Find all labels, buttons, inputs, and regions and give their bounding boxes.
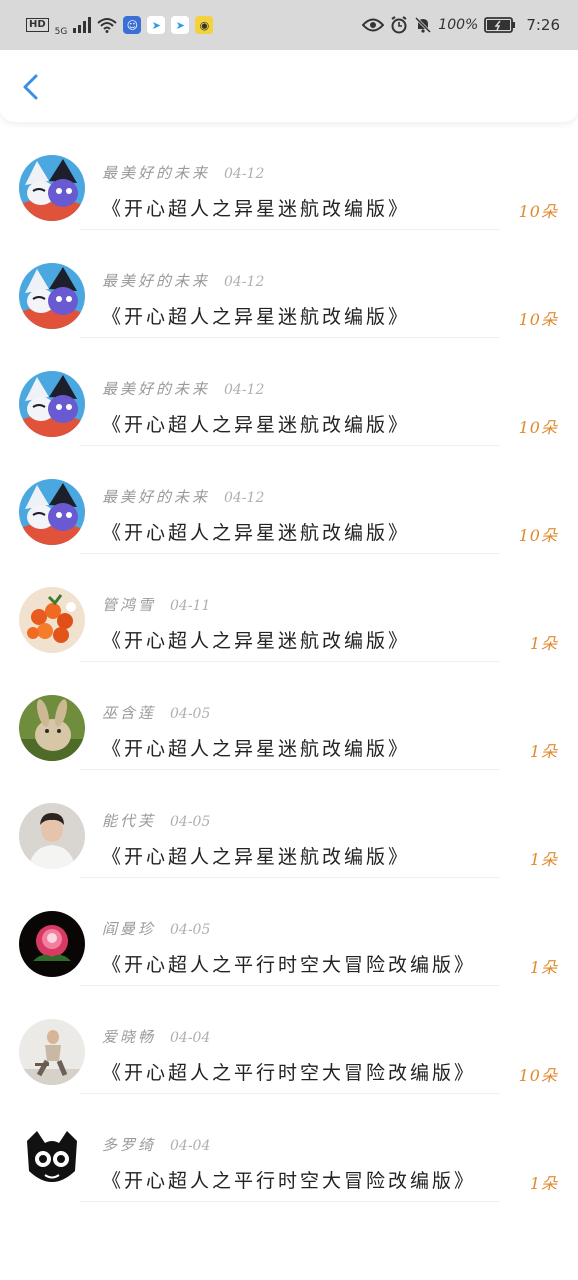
sender-name: 最美好的未来	[102, 488, 211, 506]
telegram-icon: ➤	[147, 16, 166, 34]
work-title: 《开心超人之异星迷航改编版》	[102, 306, 411, 328]
list-item[interactable]: 管鸿雪 04-11 《开心超人之异星迷航改编版》 1朵	[0, 554, 578, 662]
list-item[interactable]: 多罗绮 04-04 《开心超人之平行时空大冒险改编版》 1朵	[0, 1094, 578, 1202]
record-date: 04-12	[224, 490, 265, 506]
avatar[interactable]	[19, 1019, 85, 1085]
gift-record-list: 最美好的未来 04-12 《开心超人之异星迷航改编版》 10朵 最美好的未来 04-12 《…	[0, 14, 578, 1202]
work-title: 《开心超人之异星迷航改编版》	[102, 846, 411, 868]
list-item[interactable]: 最美好的未来 04-12 《开心超人之异星迷航改编版》 10朵	[0, 122, 578, 230]
chat-app-icon: ◉	[195, 16, 214, 34]
avatar[interactable]	[19, 911, 85, 977]
record-date: 04-12	[224, 274, 265, 290]
sender-line: 管鸿雪 04-11	[102, 594, 210, 615]
work-title: 《开心超人之平行时空大冒险改编版》	[102, 1170, 477, 1192]
wifi-icon	[97, 18, 118, 33]
record-date: 04-05	[170, 922, 211, 938]
battery-icon	[484, 17, 516, 33]
flower-count: 10朵	[518, 418, 558, 437]
app-notification-icon: ☺	[123, 16, 142, 34]
record-date: 04-05	[170, 706, 211, 722]
avatar[interactable]	[19, 263, 85, 329]
list-item[interactable]: 爱晓畅 04-04 《开心超人之平行时空大冒险改编版》 10朵	[0, 986, 578, 1094]
work-title: 《开心超人之异星迷航改编版》	[102, 738, 411, 760]
network-type: 5G	[54, 27, 68, 37]
sender-line: 最美好的未来 04-12	[102, 162, 264, 183]
eye-icon	[362, 18, 385, 32]
top-nav-bar	[0, 50, 578, 122]
signal-icon	[73, 17, 92, 33]
flower-count: 1朵	[529, 742, 558, 761]
mute-bell-icon	[415, 16, 432, 34]
work-title: 《开心超人之异星迷航改编版》	[102, 630, 411, 652]
flower-count: 10朵	[518, 202, 558, 221]
record-date: 04-04	[170, 1030, 211, 1046]
avatar[interactable]	[19, 695, 85, 761]
list-item[interactable]: 巫含莲 04-05 《开心超人之异星迷航改编版》 1朵	[0, 662, 578, 770]
flower-count: 10朵	[518, 526, 558, 545]
sender-name: 最美好的未来	[102, 272, 211, 290]
avatar[interactable]	[19, 479, 85, 545]
sender-line: 多罗绮 04-04	[102, 1134, 210, 1155]
list-item[interactable]: 阎曼珍 04-05 《开心超人之平行时空大冒险改编版》 1朵	[0, 878, 578, 986]
flower-count: 10朵	[518, 1066, 558, 1085]
sender-line: 阎曼珍 04-05	[102, 918, 210, 939]
sender-line: 最美好的未来 04-12	[102, 486, 264, 507]
flower-count: 1朵	[529, 850, 558, 869]
flower-count: 1朵	[529, 1174, 558, 1193]
divider	[80, 1201, 500, 1202]
sender-line: 最美好的未来 04-12	[102, 270, 264, 291]
sender-name: 爱晓畅	[102, 1028, 157, 1046]
flower-count: 10朵	[518, 310, 558, 329]
flower-count: 1朵	[529, 958, 558, 977]
avatar[interactable]	[19, 371, 85, 437]
work-title: 《开心超人之平行时空大冒险改编版》	[102, 1062, 477, 1084]
sender-name: 阎曼珍	[102, 920, 157, 938]
list-item[interactable]: 最美好的未来 04-12 《开心超人之异星迷航改编版》 10朵	[0, 230, 578, 338]
list-item[interactable]: 最美好的未来 04-12 《开心超人之异星迷航改编版》 10朵	[0, 446, 578, 554]
record-date: 04-12	[224, 166, 265, 182]
sender-line: 爱晓畅 04-04	[102, 1026, 210, 1047]
sender-name: 巫含莲	[102, 704, 157, 722]
status-bar: HD 5G ☺ ➤ ➤ ◉ 100% 7:26	[0, 0, 578, 50]
battery-percent: 100%	[438, 17, 479, 33]
clock: 7:26	[526, 16, 560, 34]
work-title: 《开心超人之异星迷航改编版》	[102, 414, 411, 436]
sender-name: 多罗绮	[102, 1136, 157, 1154]
record-date: 04-12	[224, 382, 265, 398]
alarm-icon	[391, 16, 407, 34]
work-title: 《开心超人之异星迷航改编版》	[102, 522, 411, 544]
sender-name: 管鸿雪	[102, 596, 157, 614]
avatar[interactable]	[19, 1127, 85, 1193]
sender-name: 能代芙	[102, 812, 157, 830]
avatar[interactable]	[19, 803, 85, 869]
back-arrow-icon[interactable]	[14, 70, 48, 104]
avatar[interactable]	[19, 587, 85, 653]
sender-line: 最美好的未来 04-12	[102, 378, 264, 399]
list-item[interactable]: 最美好的未来 04-12 《开心超人之异星迷航改编版》 10朵	[0, 338, 578, 446]
hd-badge: HD	[26, 18, 49, 32]
flower-count: 1朵	[529, 634, 558, 653]
record-date: 04-11	[170, 598, 211, 614]
work-title: 《开心超人之异星迷航改编版》	[102, 198, 411, 220]
sender-line: 能代芙 04-05	[102, 810, 210, 831]
sender-name: 最美好的未来	[102, 380, 211, 398]
sender-name: 最美好的未来	[102, 164, 211, 182]
record-date: 04-04	[170, 1138, 211, 1154]
telegram-icon: ➤	[171, 16, 190, 34]
avatar[interactable]	[19, 155, 85, 221]
sender-line: 巫含莲 04-05	[102, 702, 210, 723]
work-title: 《开心超人之平行时空大冒险改编版》	[102, 954, 477, 976]
record-date: 04-05	[170, 814, 211, 830]
list-item[interactable]: 能代芙 04-05 《开心超人之异星迷航改编版》 1朵	[0, 770, 578, 878]
